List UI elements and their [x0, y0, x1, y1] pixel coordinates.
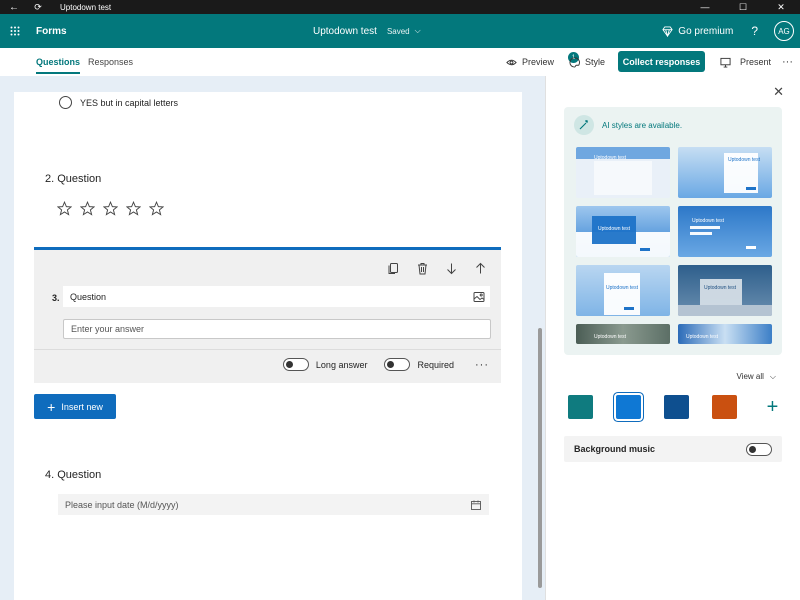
color-swatch[interactable] — [664, 395, 689, 419]
form-canvas: YES but in capital letters 2. Question 3… — [14, 92, 522, 600]
background-music-row: Background music — [564, 436, 782, 462]
reload-icon[interactable]: ⟳ — [28, 2, 48, 13]
style-button[interactable]: Style — [569, 48, 605, 76]
background-music-toggle[interactable] — [746, 442, 772, 456]
question-toolbar — [387, 262, 487, 275]
maximize-icon[interactable]: ☐ — [724, 0, 762, 14]
choice-option-label: YES but in capital letters — [80, 97, 179, 108]
theme-thumbnail[interactable]: Uptodown test — [678, 265, 772, 316]
rating-stars[interactable] — [57, 201, 164, 216]
color-swatch[interactable] — [712, 395, 737, 419]
document-title-area[interactable]: Uptodown test Saved ⌵ — [313, 14, 421, 48]
more-options-icon[interactable]: ··· — [475, 359, 489, 371]
question-options: Long answer Required ··· — [282, 358, 489, 371]
divider — [34, 349, 501, 350]
collect-responses-button[interactable]: Collect responses — [618, 51, 705, 72]
question-title-input[interactable]: Question — [63, 286, 490, 307]
color-swatch[interactable] — [614, 393, 643, 421]
avatar[interactable]: AG — [774, 21, 794, 41]
date-input[interactable]: Please input date (M/d/yyyy) — [58, 494, 489, 515]
close-window-icon[interactable]: ✕ — [762, 0, 800, 14]
copy-icon[interactable] — [387, 262, 400, 275]
eye-icon — [506, 59, 517, 65]
star-icon[interactable] — [126, 201, 141, 216]
back-arrow-icon[interactable]: ← — [0, 2, 28, 13]
theme-thumbnail[interactable]: Uptodown test — [576, 147, 670, 198]
chevron-down-icon[interactable]: ⌵ — [415, 26, 421, 36]
app-name[interactable]: Forms — [36, 26, 67, 37]
choice-option[interactable]: YES but in capital letters — [59, 96, 178, 109]
save-status: Saved — [386, 26, 410, 36]
add-color-icon[interactable]: + — [760, 395, 785, 419]
help-icon[interactable]: ? — [751, 24, 758, 38]
long-answer-toggle[interactable] — [282, 358, 309, 371]
background-music-label: Background music — [574, 444, 656, 454]
star-icon[interactable] — [103, 201, 118, 216]
header-actions: Go premium ? AG — [662, 14, 794, 48]
theme-thumbnail[interactable]: Uptodown test — [678, 324, 772, 344]
command-bar: Questions Responses Preview 1 Style Coll… — [0, 48, 800, 76]
arrow-down-icon[interactable] — [445, 262, 458, 275]
radio-button[interactable] — [59, 96, 72, 109]
star-icon[interactable] — [149, 201, 164, 216]
theme-thumbnail[interactable]: Uptodown test — [576, 265, 670, 316]
close-icon[interactable]: ✕ — [773, 84, 784, 100]
trash-icon[interactable] — [416, 262, 429, 275]
diamond-icon — [662, 25, 673, 37]
color-swatches: + — [568, 393, 785, 421]
scrollbar-thumb[interactable] — [538, 328, 542, 588]
answer-input[interactable]: Enter your answer — [63, 319, 491, 339]
theme-gallery: AI styles are available. Uptodown test U… — [564, 107, 782, 355]
tab-questions[interactable]: Questions — [36, 48, 81, 76]
insert-media-icon[interactable] — [473, 291, 485, 303]
preview-button[interactable]: Preview — [506, 48, 554, 76]
star-icon[interactable] — [57, 201, 72, 216]
theme-thumbnail[interactable]: Uptodown test — [678, 147, 772, 198]
long-answer-label: Long answer — [315, 359, 368, 370]
app-header: Forms Uptodown test Saved ⌵ Go premium ?… — [0, 14, 800, 48]
vertical-scrollbar[interactable] — [537, 92, 543, 600]
arrow-up-icon[interactable] — [474, 262, 487, 275]
style-panel: ✕ AI styles are available. Uptodown test… — [545, 76, 800, 600]
insert-new-button[interactable]: + Insert new — [34, 394, 116, 419]
required-toggle[interactable] — [384, 358, 411, 371]
window-title: Uptodown test — [60, 2, 112, 12]
window-controls: — ☐ ✕ — [686, 0, 800, 14]
required-label: Required — [417, 359, 454, 370]
question-3-editor[interactable]: 3. Question Enter your answer Long answe… — [34, 247, 501, 383]
magic-wand-icon — [574, 115, 594, 135]
ai-styles-banner[interactable]: AI styles are available. — [574, 115, 682, 135]
present-button[interactable]: Present — [720, 48, 771, 76]
calendar-icon[interactable] — [471, 500, 481, 510]
app-launcher-icon[interactable] — [0, 26, 30, 36]
monitor-icon — [720, 57, 731, 68]
question-2-title[interactable]: 2. Question — [45, 173, 101, 185]
theme-thumbnail[interactable]: Uptodown test — [576, 324, 670, 344]
star-icon[interactable] — [80, 201, 95, 216]
view-all-button[interactable]: View all ⌵ — [737, 372, 777, 382]
more-options-icon[interactable]: ··· — [782, 48, 793, 76]
document-title[interactable]: Uptodown test — [313, 26, 377, 37]
theme-thumbnail[interactable]: Uptodown test — [576, 206, 670, 257]
window-titlebar: ← ⟳ Uptodown test — ☐ ✕ — [0, 0, 800, 14]
question-4-title[interactable]: 4. Question — [45, 469, 101, 481]
question-number: 3. — [52, 293, 60, 303]
color-swatch[interactable] — [568, 395, 593, 419]
plus-icon: + — [47, 398, 56, 415]
theme-thumbnail[interactable]: Uptodown test — [678, 206, 772, 257]
chevron-down-icon: ⌵ — [769, 372, 776, 381]
go-premium-button[interactable]: Go premium — [662, 26, 733, 37]
tab-responses[interactable]: Responses — [88, 48, 133, 76]
palette-icon — [569, 56, 580, 68]
minimize-icon[interactable]: — — [686, 0, 724, 14]
